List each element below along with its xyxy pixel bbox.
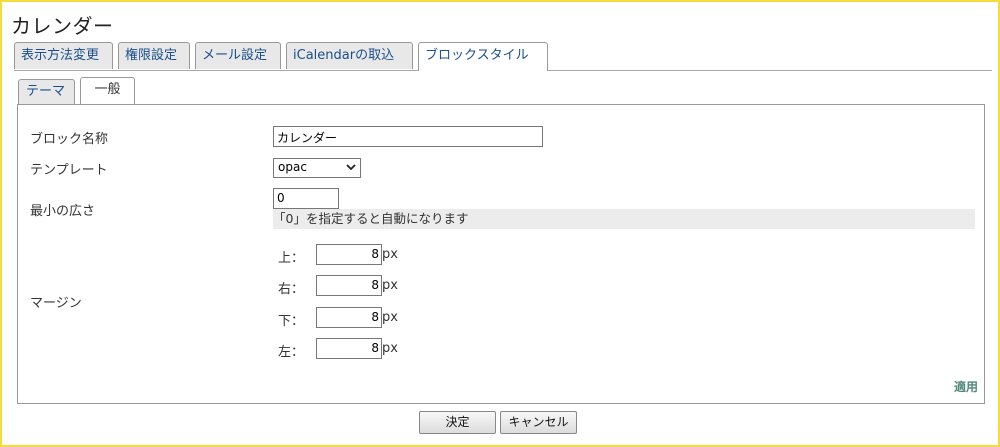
margin-top-unit: px xyxy=(382,247,398,262)
block-name-label: ブロック名称 xyxy=(30,132,109,147)
margin-right-input[interactable]: 8 xyxy=(316,275,382,296)
margin-left-input[interactable]: 8 xyxy=(316,338,382,359)
tab-block-style[interactable]: ブロックスタイル xyxy=(418,42,548,71)
margin-label: マージン xyxy=(30,296,82,311)
tab-permissions[interactable]: 権限設定 xyxy=(118,42,190,69)
subtab-general[interactable]: 一般 xyxy=(80,77,135,106)
margin-left-label: 左： xyxy=(278,345,305,360)
window-title: カレンダー xyxy=(11,14,114,38)
margin-bottom-label: 下： xyxy=(278,314,305,329)
margin-top-input[interactable]: 8 xyxy=(316,244,382,265)
subtab-theme[interactable]: テーマ xyxy=(18,79,75,105)
margin-right-unit: px xyxy=(382,278,398,293)
margin-bottom-unit: px xyxy=(382,310,398,325)
sub-tabs: テーマ 一般 xyxy=(16,75,978,106)
settings-panel: ブロック名称 カレンダー テンプレート opac 最小の広さ 0 「0」を指定す… xyxy=(17,104,985,404)
margin-bottom-input[interactable]: 8 xyxy=(316,307,382,328)
tab-display-method[interactable]: 表示方法変更 xyxy=(14,42,113,69)
ok-button[interactable]: 決定 xyxy=(419,411,496,434)
tab-icalendar-import[interactable]: iCalendarの取込 xyxy=(286,42,413,69)
min-width-input[interactable]: 0 xyxy=(273,188,339,209)
template-label: テンプレート xyxy=(30,163,108,178)
tab-mail-settings[interactable]: メール設定 xyxy=(195,42,281,69)
cancel-button[interactable]: キャンセル xyxy=(500,411,577,434)
template-selected-value: opac xyxy=(278,160,307,174)
template-select[interactable]: opac xyxy=(273,158,361,178)
min-width-hint: 「0」を指定すると自動になります xyxy=(273,209,975,229)
chevron-down-icon xyxy=(346,164,356,171)
dialog-frame: カレンダー 表示方法変更 権限設定 メール設定 iCalendarの取込 ブロッ… xyxy=(0,0,1000,447)
margin-right-label: 右： xyxy=(278,282,305,297)
margin-left-unit: px xyxy=(382,341,398,356)
block-name-input[interactable]: カレンダー xyxy=(273,126,543,147)
apply-link[interactable]: 適用 xyxy=(954,378,978,395)
min-width-label: 最小の広さ xyxy=(30,204,96,219)
main-tabs: 表示方法変更 権限設定 メール設定 iCalendarの取込 ブロックスタイル xyxy=(14,42,992,71)
margin-top-label: 上： xyxy=(278,251,305,266)
